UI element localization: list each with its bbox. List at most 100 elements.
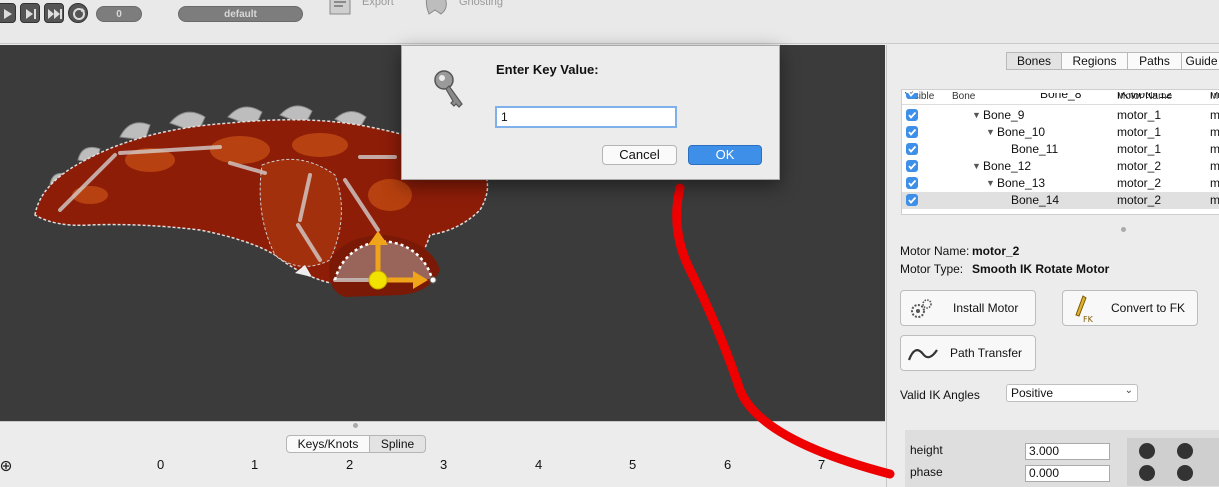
bone-name: Bone_8 <box>1040 93 1082 101</box>
step-forward-button[interactable] <box>20 3 40 23</box>
table-row[interactable]: Bone_11 motor_1 m <box>902 141 1219 158</box>
visible-checkbox[interactable] <box>906 143 918 155</box>
skip-to-end-icon <box>48 9 62 19</box>
path-transfer-label: Path Transfer <box>950 346 1023 360</box>
param-stepper-button[interactable] <box>1177 465 1193 481</box>
table-row[interactable]: ▼ Bone_13 motor_2 m <box>902 175 1219 192</box>
bone-name: Bone_11 <box>1011 142 1059 156</box>
bone-name: Bone_9 <box>983 108 1025 122</box>
bone-name: Bone_12 <box>983 159 1032 173</box>
ik-angles-label: Valid IK Angles <box>900 388 980 402</box>
table-row[interactable]: Bone_8 IKMotor12 m <box>902 93 1219 103</box>
motor-extra: m <box>1210 93 1219 101</box>
motor-type-value: Smooth IK Rotate Motor <box>972 262 1110 276</box>
convert-to-fk-button[interactable]: FK Convert to FK <box>1062 290 1198 326</box>
splitter-handle[interactable] <box>353 423 358 428</box>
visible-checkbox[interactable] <box>906 109 918 121</box>
motor-extra: m <box>1210 125 1219 139</box>
tick-label: 2 <box>346 457 354 472</box>
bone-name: Bone_10 <box>997 125 1046 139</box>
export-icon[interactable] <box>327 0 355 16</box>
param-stepper-button[interactable] <box>1139 465 1155 481</box>
skip-to-end-button[interactable] <box>44 3 64 23</box>
param-name-phase: phase <box>910 465 943 479</box>
table-row[interactable]: ▼ Bone_12 motor_2 m <box>902 158 1219 175</box>
height-field[interactable]: 3.000 <box>1025 443 1110 460</box>
tick-label: 0 <box>157 457 165 472</box>
export-label[interactable]: Export <box>362 0 394 8</box>
motor-extra: m <box>1210 142 1219 156</box>
install-motor-button[interactable]: Install Motor <box>900 290 1036 326</box>
path-transfer-button[interactable]: Path Transfer <box>900 335 1036 371</box>
tab-bones[interactable]: Bones <box>1006 52 1062 70</box>
path-curve-icon <box>907 349 938 361</box>
motor-extra: m <box>1210 159 1219 173</box>
visible-checkbox[interactable] <box>906 160 918 172</box>
cancel-button[interactable]: Cancel <box>602 145 677 165</box>
timeline: Keys/Knots Spline 0 1 2 3 4 5 6 7 <box>0 421 885 487</box>
bone-name: Bone_14 <box>1011 193 1060 207</box>
toolbar: 0 default Export Ghosting <box>0 0 1219 44</box>
param-controls <box>1127 438 1219 486</box>
visible-checkbox[interactable] <box>906 126 918 138</box>
tick-label: 7 <box>818 457 826 472</box>
phase-field[interactable]: 0.000 <box>1025 465 1110 482</box>
dialog-title: Enter Key Value: <box>496 62 599 77</box>
skin-selector[interactable]: default <box>178 6 303 22</box>
tick-label: 6 <box>724 457 732 472</box>
ghosting-icon[interactable] <box>423 0 451 16</box>
install-motor-label: Install Motor <box>953 301 1019 315</box>
convert-fk-icon: FK <box>1075 295 1094 324</box>
disclosure-triangle-icon[interactable]: ▼ <box>972 108 981 123</box>
param-stepper-button[interactable] <box>1177 443 1193 459</box>
add-key-icon[interactable] <box>0 460 12 472</box>
motor-extra: m <box>1210 176 1219 190</box>
gears-icon <box>911 299 932 318</box>
spline-tab[interactable]: Spline <box>369 435 426 453</box>
motor-name: motor_1 <box>1117 125 1162 139</box>
parameter-table: height 3.000 phase 0.000 <box>905 430 1219 487</box>
disclosure-triangle-icon[interactable]: ▼ <box>986 125 995 140</box>
ik-angles-select[interactable]: Positive ⌄ <box>1006 384 1138 402</box>
key-value-input[interactable]: 1 <box>495 106 677 128</box>
svg-text:FK: FK <box>1083 315 1094 324</box>
motor-extra: m <box>1210 108 1219 122</box>
bone-table: Visible Bone Motor Name M Bone_8 IKMotor… <box>901 89 1219 215</box>
motor-name: motor_2 <box>1117 176 1162 190</box>
table-row[interactable]: ▼ Bone_9 motor_1 m <box>902 107 1219 124</box>
motor-type-label: Motor Type: <box>900 262 964 276</box>
visible-checkbox[interactable] <box>906 194 918 206</box>
enter-key-dialog: Enter Key Value: 1 Cancel OK <box>401 45 780 180</box>
ghosting-label[interactable]: Ghosting <box>459 0 503 8</box>
motor-extra: m <box>1210 193 1219 207</box>
param-stepper-button[interactable] <box>1139 443 1155 459</box>
ik-angles-value: Positive <box>1011 386 1054 400</box>
table-row-selected[interactable]: Bone_14 motor_2 m <box>902 192 1219 209</box>
convert-to-fk-label: Convert to FK <box>1111 301 1186 315</box>
motor-name: motor_1 <box>1117 142 1162 156</box>
properties-panel: Bones Regions Paths Guide Visible Bone M… <box>886 45 1219 487</box>
motor-name-value: motor_2 <box>972 244 1020 258</box>
ok-button[interactable]: OK <box>688 145 762 165</box>
keys-knots-tab[interactable]: Keys/Knots <box>286 435 370 453</box>
visible-checkbox[interactable] <box>906 177 918 189</box>
play-icon <box>4 9 12 19</box>
frame-field[interactable]: 0 <box>96 6 142 22</box>
visible-checkbox[interactable] <box>906 93 918 99</box>
table-row[interactable]: ▼ Bone_10 motor_1 m <box>902 124 1219 141</box>
loop-button[interactable] <box>68 3 88 23</box>
key-icon <box>434 70 463 108</box>
disclosure-triangle-icon[interactable]: ▼ <box>986 176 995 191</box>
motor-name: motor_2 <box>1117 159 1162 173</box>
tick-label: 1 <box>251 457 259 472</box>
splitter-handle[interactable] <box>1121 227 1126 232</box>
play-button[interactable] <box>0 3 16 23</box>
tab-paths[interactable]: Paths <box>1128 52 1182 70</box>
bone-name: Bone_13 <box>997 176 1046 190</box>
motor-name: motor_2 <box>1117 193 1162 207</box>
tab-regions[interactable]: Regions <box>1062 52 1128 70</box>
disclosure-triangle-icon[interactable]: ▼ <box>972 159 981 174</box>
tab-guide[interactable]: Guide <box>1182 52 1219 70</box>
motor-name: motor_1 <box>1117 108 1162 122</box>
tick-label: 3 <box>440 457 448 472</box>
